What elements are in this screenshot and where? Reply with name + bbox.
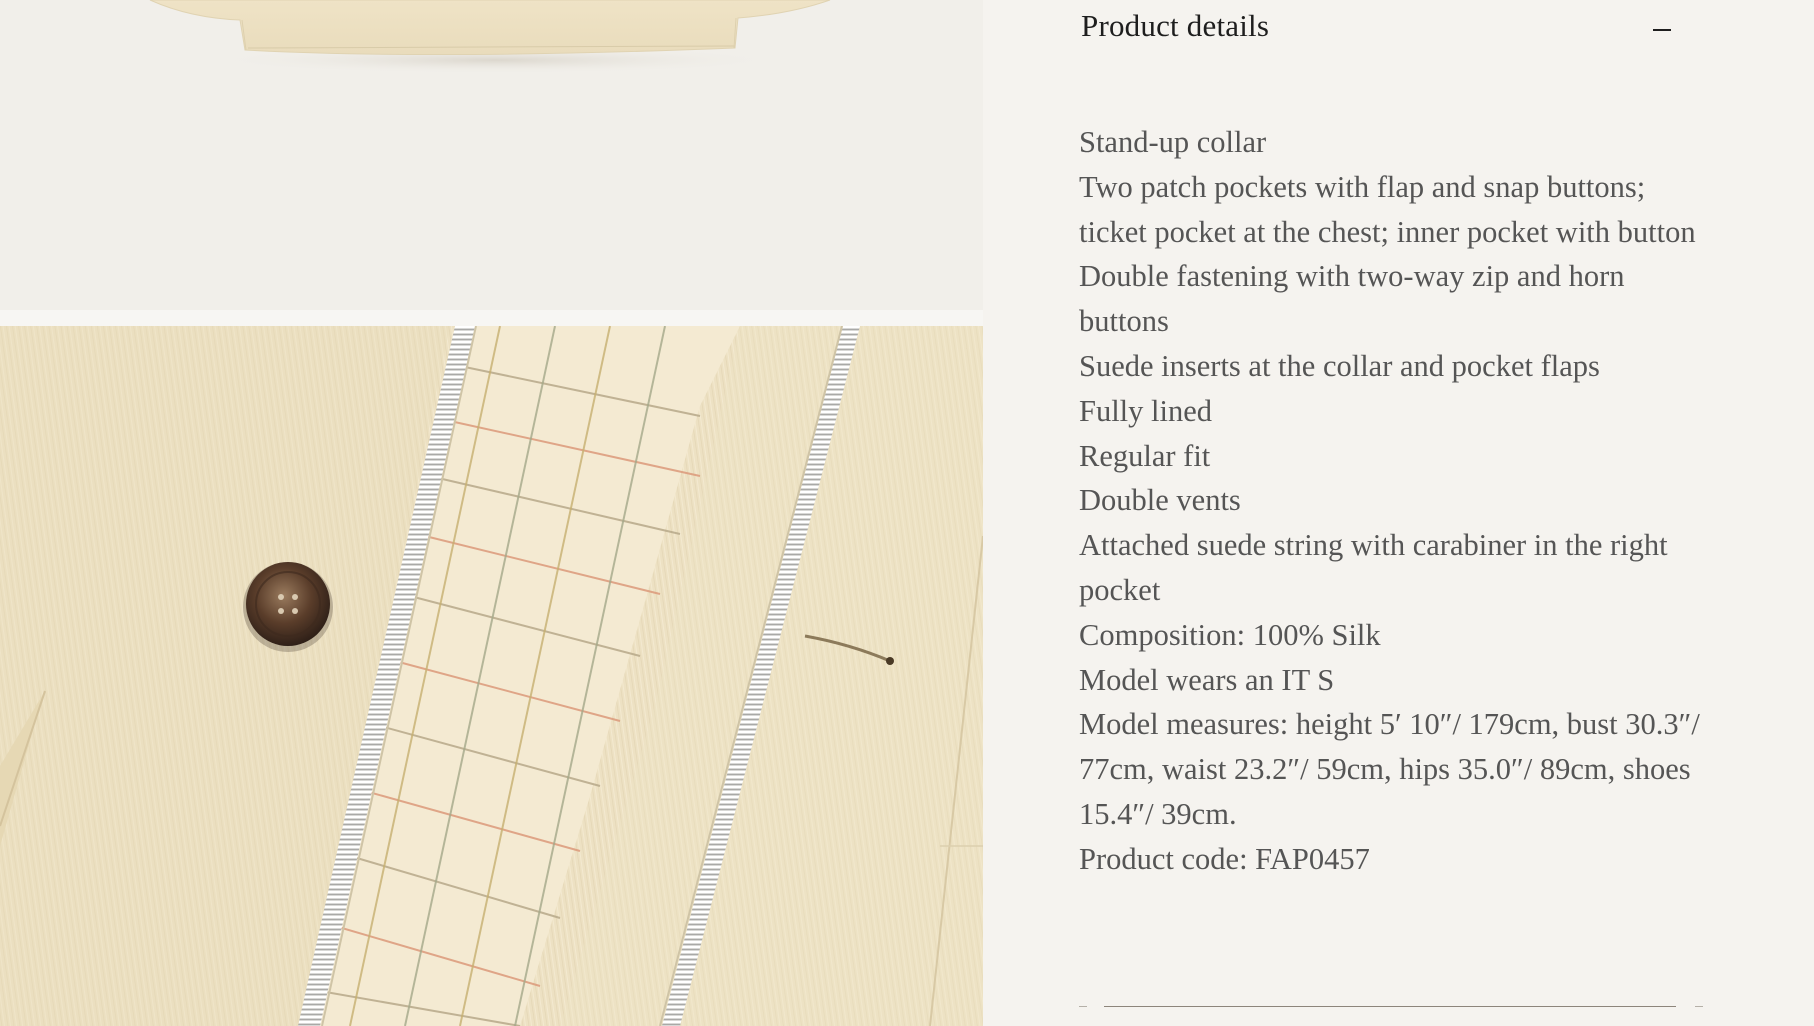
detail-item: Composition: 100% Silk xyxy=(1079,617,1381,652)
detail-item: Suede inserts at the collar and pocket f… xyxy=(1079,348,1600,383)
detail-item: Double fastening with two-way zip and ho… xyxy=(1079,259,1625,339)
detail-item: Attached suede string with carabiner in … xyxy=(1079,528,1668,607)
detail-item: Model measures: height 5′ 10″/ 179cm, bu… xyxy=(1079,707,1700,831)
product-gallery xyxy=(0,0,983,1026)
detail-item: Product code: FAP0457 xyxy=(1079,841,1370,876)
jacket-hem-illustration xyxy=(149,0,831,74)
detail-item: Double vents xyxy=(1079,483,1241,518)
product-details-panel: Product details Stand-up collar Two patc… xyxy=(983,0,1814,1026)
gallery-spacer xyxy=(0,310,983,326)
divider-tick xyxy=(1079,1006,1087,1007)
divider-tick xyxy=(1695,1006,1703,1007)
product-details-title: Product details xyxy=(1081,8,1270,43)
product-image-top[interactable] xyxy=(0,0,983,310)
product-details-accordion-toggle[interactable]: Product details xyxy=(1081,0,1679,60)
detail-item: Two patch pockets with flap and snap but… xyxy=(1079,169,1696,249)
detail-item: Model wears an IT S xyxy=(1079,662,1335,697)
detail-item: Stand-up collar xyxy=(1079,125,1267,159)
detail-item: Fully lined xyxy=(1079,393,1213,428)
section-divider xyxy=(1079,1004,1719,1010)
product-image-bottom[interactable] xyxy=(0,326,983,1026)
detail-item: Regular fit xyxy=(1079,438,1211,473)
minus-icon[interactable] xyxy=(1653,29,1671,31)
product-page: Product details Stand-up collar Two patc… xyxy=(0,0,1814,1026)
divider-line xyxy=(1104,1006,1676,1007)
jacket-detail-illustration xyxy=(0,326,983,1026)
product-details-list: Stand-up collar Two patch pockets with f… xyxy=(1079,120,1719,882)
